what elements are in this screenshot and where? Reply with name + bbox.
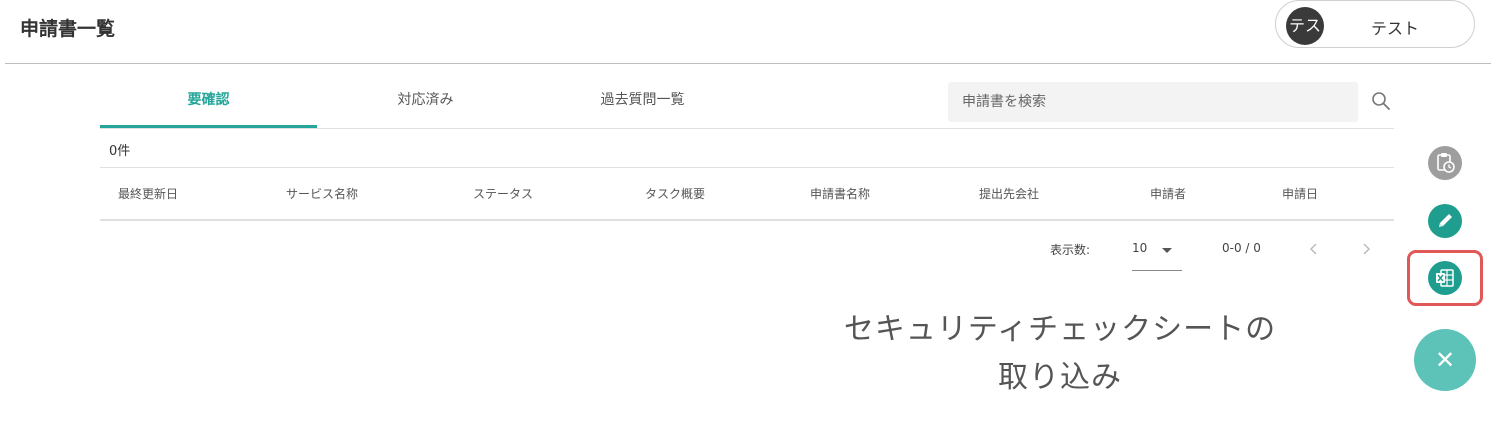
search-field <box>948 82 1358 122</box>
column-header-last-updated[interactable]: 最終更新日 <box>118 168 178 220</box>
tab-divider <box>100 128 1394 129</box>
history-button[interactable] <box>1428 146 1462 180</box>
tab-past-questions[interactable]: 過去質問一覧 <box>534 82 751 126</box>
tooltip-line-2: 取り込み <box>998 360 1122 395</box>
column-header-submission-company[interactable]: 提出先会社 <box>979 168 1039 220</box>
column-header-application-date[interactable]: 申請日 <box>1282 168 1318 220</box>
import-tooltip: セキュリティチェックシートの 取り込み <box>760 306 1360 402</box>
table-header: 最終更新日 サービス名称 ステータス タスク概要 申請書名称 提出先会社 申請者… <box>100 168 1394 220</box>
next-page-button[interactable] <box>1355 238 1377 260</box>
close-fab-button[interactable]: ✕ <box>1414 329 1476 391</box>
clipboard-clock-icon <box>1437 153 1455 173</box>
page-title: 申請書一覧 <box>20 18 116 40</box>
page-range: 0-0 / 0 <box>1222 241 1261 255</box>
column-header-application-name[interactable]: 申請書名称 <box>810 168 870 220</box>
search-icon[interactable] <box>1370 90 1392 112</box>
header-divider <box>5 63 1491 64</box>
edit-button[interactable] <box>1428 204 1462 238</box>
column-header-task-summary[interactable]: タスク概要 <box>645 168 705 220</box>
column-header-applicant[interactable]: 申請者 <box>1150 168 1186 220</box>
previous-page-button[interactable] <box>1303 238 1325 260</box>
close-icon: ✕ <box>1434 346 1456 374</box>
import-security-check-sheet-button[interactable] <box>1428 261 1462 295</box>
search-input[interactable] <box>948 82 1356 122</box>
dropdown-caret-icon <box>1162 248 1172 253</box>
column-header-service-name[interactable]: サービス名称 <box>286 168 358 220</box>
column-header-status[interactable]: ステータス <box>473 168 533 220</box>
rows-per-page-select[interactable]: 10 <box>1132 236 1182 271</box>
spreadsheet-import-icon <box>1436 269 1454 287</box>
chevron-left-icon <box>1309 243 1317 255</box>
user-name: テスト <box>1371 19 1420 38</box>
result-count: 0件 <box>109 144 131 159</box>
user-menu[interactable]: テス テスト <box>1275 0 1475 48</box>
tab-needs-review[interactable]: 要確認 <box>100 82 317 126</box>
pencil-icon <box>1439 214 1452 227</box>
rows-per-page-label: 表示数: <box>1050 243 1091 257</box>
chevron-right-icon <box>1363 243 1371 255</box>
avatar: テス <box>1286 7 1324 45</box>
table-header-divider <box>100 219 1394 221</box>
rows-per-page-value: 10 <box>1132 241 1148 255</box>
tooltip-line-1: セキュリティチェックシートの <box>843 312 1277 347</box>
tab-completed[interactable]: 対応済み <box>317 82 534 126</box>
